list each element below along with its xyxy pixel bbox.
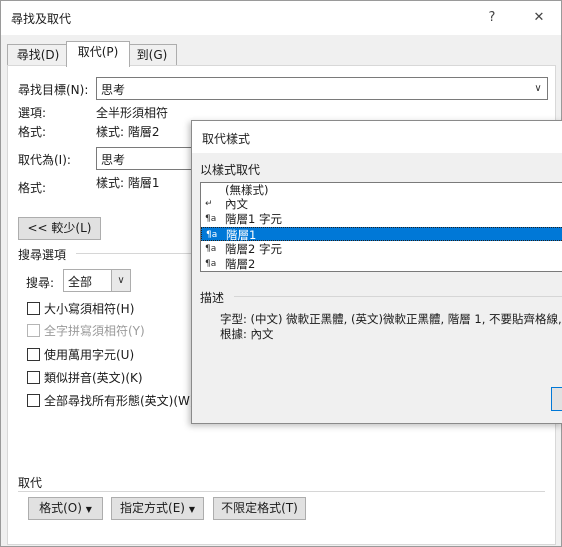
style-item-label: 內文 (225, 197, 248, 211)
style-item-label: 階層2 (225, 257, 256, 271)
chevron-down-icon[interactable]: ∨ (111, 270, 130, 291)
linked-style-icon: ¶a (206, 230, 218, 240)
format-button-label: 格式(O) (39, 501, 82, 515)
replace-style-title: 取代樣式 (202, 132, 251, 146)
list-item-selected[interactable]: ¶a 階層1 (201, 227, 562, 242)
caret-down-icon: ▼ (85, 505, 92, 514)
no-formatting-button[interactable]: 不限定格式(T) (213, 497, 306, 520)
find-input-value: 思考 (101, 83, 126, 97)
search-direction-value: 全部 (68, 275, 93, 289)
replace-section-divider (18, 491, 545, 492)
search-options-divider (76, 253, 191, 254)
whole-word-label: 全字拼寫須相符(Y) (44, 324, 145, 338)
style-item-label: 階層2 字元 (225, 242, 282, 256)
list-item[interactable]: ¶a 階層2 (201, 257, 562, 271)
linked-style-icon: ¶a (205, 259, 217, 269)
chevron-down-icon[interactable]: ∨ (528, 78, 547, 99)
style-item-label: (無樣式) (225, 183, 269, 197)
list-item[interactable]: ¶a 階層2 字元 (201, 242, 562, 256)
description-label: 描述 (200, 291, 225, 305)
list-item[interactable]: (無樣式) (201, 183, 562, 197)
description-divider (234, 296, 562, 297)
search-options-label: 搜尋選項 (18, 248, 67, 262)
tab-goto[interactable]: 到(G) (127, 44, 177, 66)
title-bar: 尋找及取代 ? ✕ (1, 1, 561, 35)
list-item[interactable]: ¶a 階層1 字元 (201, 212, 562, 226)
paragraph-return-icon: ↵ (205, 199, 213, 209)
dialog-title: 尋找及取代 (11, 12, 72, 26)
find-input[interactable]: 思考 ∨ (96, 77, 548, 100)
description-text-line1: 字型: (中文) 微軟正黑體, (英文)微軟正黑體, 階層 1, 不要貼齊格線,… (220, 312, 562, 326)
match-case-label: 大小寫須相符(H) (44, 302, 135, 316)
all-word-forms-label: 全部尋找所有形態(英文)(W) (44, 394, 195, 408)
style-item-label: 階層1 (226, 228, 257, 242)
replace-style-dialog: 取代樣式 以樣式取代 (無樣式) ↵ 內文 ¶a 階層1 字元 ¶a 階層1 ¶… (191, 120, 562, 424)
replace-section-label: 取代 (18, 476, 43, 490)
match-case-checkbox[interactable] (27, 302, 40, 315)
style-item-label: 階層1 字元 (225, 212, 282, 226)
list-item[interactable]: ↵ 內文 (201, 197, 562, 211)
tab-find[interactable]: 尋找(D) (7, 44, 69, 66)
less-button[interactable]: << 較少(L) (18, 217, 101, 240)
tab-replace[interactable]: 取代(P) (66, 41, 130, 67)
replace-format-label: 格式: (18, 181, 47, 195)
replace-input-value: 思考 (101, 153, 126, 167)
replace-input[interactable]: 思考 (96, 147, 198, 170)
all-word-forms-checkbox[interactable] (27, 394, 40, 407)
description-text-line2: 根據: 內文 (220, 327, 274, 341)
style-list-label: 以樣式取代 (200, 163, 261, 177)
close-button[interactable]: ✕ (528, 7, 550, 29)
caret-down-icon: ▼ (188, 505, 195, 514)
format-button[interactable]: 格式(O) ▼ (28, 497, 103, 520)
special-button[interactable]: 指定方式(E) ▼ (111, 497, 204, 520)
replace-format-value: 樣式: 階層1 (96, 176, 160, 190)
sounds-like-checkbox[interactable] (27, 371, 40, 384)
find-format-value: 樣式: 階層2 (96, 125, 160, 139)
search-direction-label: 搜尋: (26, 276, 55, 290)
options-value: 全半形須相符 (96, 106, 169, 120)
replace-style-title-bar: 取代樣式 (192, 121, 562, 153)
whole-word-checkbox[interactable] (27, 324, 40, 337)
find-format-label: 格式: (18, 125, 47, 139)
special-button-label: 指定方式(E) (120, 501, 185, 515)
replace-label: 取代為(I): (18, 153, 71, 167)
wildcards-label: 使用萬用字元(U) (44, 348, 135, 362)
options-label: 選項: (18, 106, 47, 120)
help-button[interactable]: ? (481, 7, 503, 29)
sounds-like-label: 類似拼音(英文)(K) (44, 371, 143, 385)
ok-button[interactable] (551, 387, 562, 411)
search-direction-select[interactable]: 全部 ∨ (63, 269, 131, 292)
linked-style-icon: ¶a (205, 244, 217, 254)
wildcards-checkbox[interactable] (27, 348, 40, 361)
style-list[interactable]: (無樣式) ↵ 內文 ¶a 階層1 字元 ¶a 階層1 ¶a 階層2 字元 ¶a… (200, 182, 562, 272)
linked-style-icon: ¶a (205, 214, 217, 224)
find-label: 尋找目標(N): (18, 83, 89, 97)
